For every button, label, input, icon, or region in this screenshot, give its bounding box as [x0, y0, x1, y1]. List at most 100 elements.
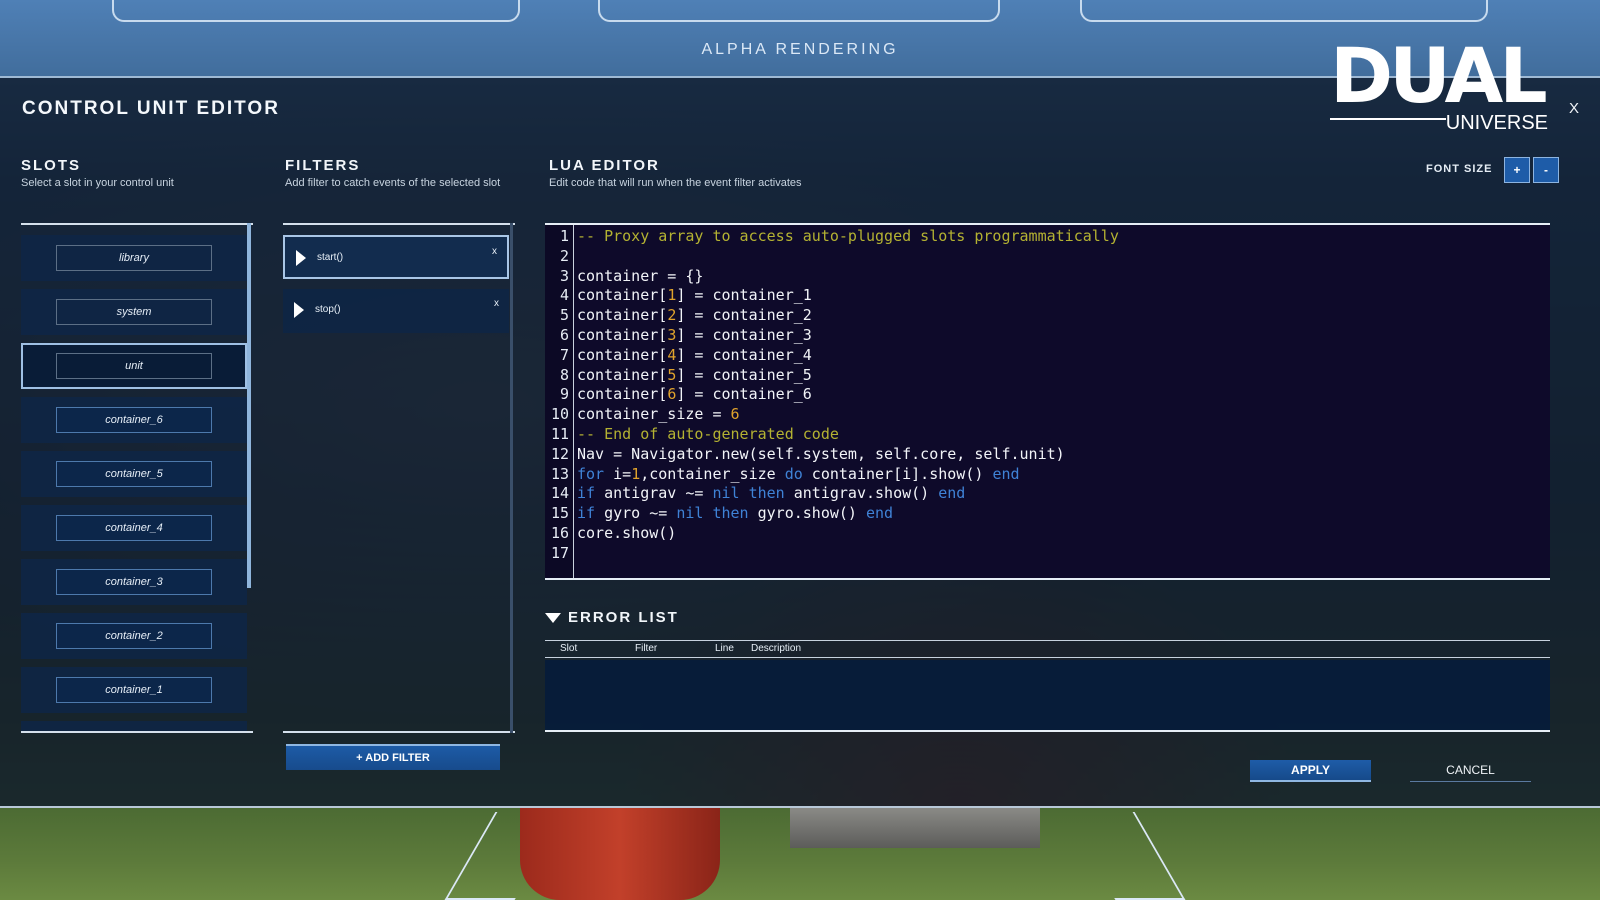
remove-filter-button[interactable]: x: [492, 246, 497, 257]
ship-panel: [790, 808, 1040, 848]
dual-universe-logo: DUAL UNIVERSE: [1330, 38, 1550, 138]
filter-item-stop[interactable]: stop() x: [283, 289, 509, 333]
lua-editor-heading: LUA EDITOR: [549, 157, 660, 174]
code-line[interactable]: container[3] = container_3: [577, 326, 812, 346]
hud-bracket: [1064, 812, 1186, 900]
column-header-description[interactable]: Description: [751, 643, 801, 654]
banner-decoration: [1080, 0, 1488, 22]
apply-button[interactable]: APPLY: [1250, 760, 1371, 782]
close-button[interactable]: X: [1569, 100, 1579, 117]
lua-code-editor[interactable]: 1 2 3 4 5 6 7 8 9 10 11 12 13 14 15 16 17 -- Proxy array…: [545, 223, 1550, 580]
slot-item-unit[interactable]: unit: [21, 343, 247, 389]
code-line[interactable]: if antigrav ~= nil then antigrav.show() …: [577, 484, 965, 504]
slot-label: container_3: [56, 569, 212, 595]
line-number: 6: [559, 326, 569, 344]
slot-label: system: [56, 299, 212, 325]
code-line[interactable]: container[4] = container_4: [577, 346, 812, 366]
slot-item-container-2[interactable]: container_2: [21, 613, 247, 659]
error-list-body: [545, 660, 1550, 732]
filter-item-start[interactable]: start() x: [283, 235, 509, 279]
filters-heading: FILTERS: [285, 157, 361, 174]
code-line[interactable]: -- Proxy array to access auto-plugged sl…: [577, 227, 1119, 247]
code-line[interactable]: Nav = Navigator.new(self.system, self.co…: [577, 445, 1065, 465]
error-list-columns: Slot Filter Line Description: [545, 640, 1550, 658]
slots-header: SLOTS Select a slot in your control unit: [21, 157, 174, 189]
slot-label: container_2: [56, 623, 212, 649]
code-line[interactable]: container[5] = container_5: [577, 366, 812, 386]
slot-item-container-6[interactable]: container_6: [21, 397, 247, 443]
banner-decoration: [598, 0, 1000, 22]
slots-scrollbar[interactable]: [247, 223, 251, 588]
font-size-decrease-button[interactable]: -: [1533, 157, 1559, 183]
code-line[interactable]: for i=1,container_size do container[i].s…: [577, 465, 1020, 485]
logo-main-text: DUAL: [1330, 31, 1548, 120]
font-size-increase-button[interactable]: +: [1504, 157, 1530, 183]
filter-label: start(): [317, 252, 344, 263]
column-header-slot[interactable]: Slot: [560, 643, 577, 654]
line-number: 12: [550, 444, 569, 463]
line-number: 7: [559, 345, 569, 364]
slot-label: library: [56, 245, 212, 271]
line-number: 14: [550, 484, 569, 503]
line-number: 17: [550, 543, 569, 562]
code-line[interactable]: if gyro ~= nil then gyro.show() end: [577, 504, 893, 524]
line-number: 10: [550, 405, 569, 424]
filters-list: start() x stop() x: [283, 223, 515, 733]
line-number: 16: [550, 524, 569, 542]
column-header-line[interactable]: Line: [715, 643, 734, 654]
line-number: 8: [559, 365, 569, 384]
expand-arrow-icon[interactable]: [294, 302, 304, 318]
line-number: 3: [559, 266, 569, 285]
slot-label: container_6: [56, 407, 212, 433]
ground-scene: [0, 808, 1600, 900]
column-header-filter[interactable]: Filter: [635, 643, 657, 654]
line-number: 2: [559, 246, 569, 265]
slots-heading: SLOTS: [21, 157, 82, 174]
code-line[interactable]: container[2] = container_2: [577, 306, 812, 326]
line-number: 15: [550, 504, 569, 523]
slot-item-container-4[interactable]: container_4: [21, 505, 247, 551]
code-line[interactable]: container[1] = container_1: [577, 286, 812, 306]
slots-subheading: Select a slot in your control unit: [21, 177, 174, 189]
slot-item-container-3[interactable]: container_3: [21, 559, 247, 605]
slots-list: library system unit container_6 containe…: [21, 223, 253, 733]
slot-item-container-5[interactable]: container_5: [21, 451, 247, 497]
slot-label: container_5: [56, 461, 212, 487]
font-size-label: FONT SIZE: [1426, 163, 1493, 175]
line-number-gutter: 1 2 3 4 5 6 7 8 9 10 11 12 13 14 15 16 17: [545, 225, 574, 578]
expand-arrow-icon[interactable]: [296, 250, 306, 266]
slot-label: unit: [56, 353, 212, 379]
logo-sub-text: UNIVERSE: [1445, 112, 1548, 134]
line-number: 1: [559, 227, 569, 245]
line-number: 9: [559, 385, 569, 404]
slot-label: [56, 731, 212, 733]
logo-underline: [1330, 118, 1446, 120]
cancel-button[interactable]: CANCEL: [1410, 760, 1531, 782]
slot-label: container_4: [56, 515, 212, 541]
lua-editor-subheading: Edit code that will run when the event f…: [549, 177, 802, 189]
slot-item-container-1[interactable]: container_1: [21, 667, 247, 713]
line-number: 11: [550, 425, 569, 443]
remove-filter-button[interactable]: x: [494, 298, 499, 309]
line-number: 4: [559, 286, 569, 305]
lua-editor-header: LUA EDITOR Edit code that will run when …: [549, 157, 802, 189]
code-line[interactable]: container[6] = container_6: [577, 385, 812, 405]
code-line[interactable]: container = {}: [577, 267, 703, 287]
banner-decoration: [112, 0, 520, 22]
error-list-heading: ERROR LIST: [568, 609, 679, 626]
collapse-arrow-icon[interactable]: [545, 613, 561, 623]
slot-item-partial[interactable]: [21, 721, 247, 733]
filter-label: stop(): [315, 304, 341, 315]
line-number: 13: [550, 464, 569, 483]
filters-subheading: Add filter to catch events of the select…: [285, 177, 501, 189]
code-line[interactable]: container_size = 6: [577, 405, 740, 425]
slot-item-library[interactable]: library: [21, 235, 247, 281]
code-line[interactable]: core.show(): [577, 524, 676, 544]
add-filter-button[interactable]: + ADD FILTER: [286, 744, 500, 770]
code-line[interactable]: -- End of auto-generated code: [577, 425, 839, 445]
slot-label: container_1: [56, 677, 212, 703]
page-title: CONTROL UNIT EDITOR: [22, 98, 280, 119]
slot-item-system[interactable]: system: [21, 289, 247, 335]
filters-scrollbar[interactable]: [510, 223, 513, 733]
line-number: 5: [559, 306, 569, 325]
